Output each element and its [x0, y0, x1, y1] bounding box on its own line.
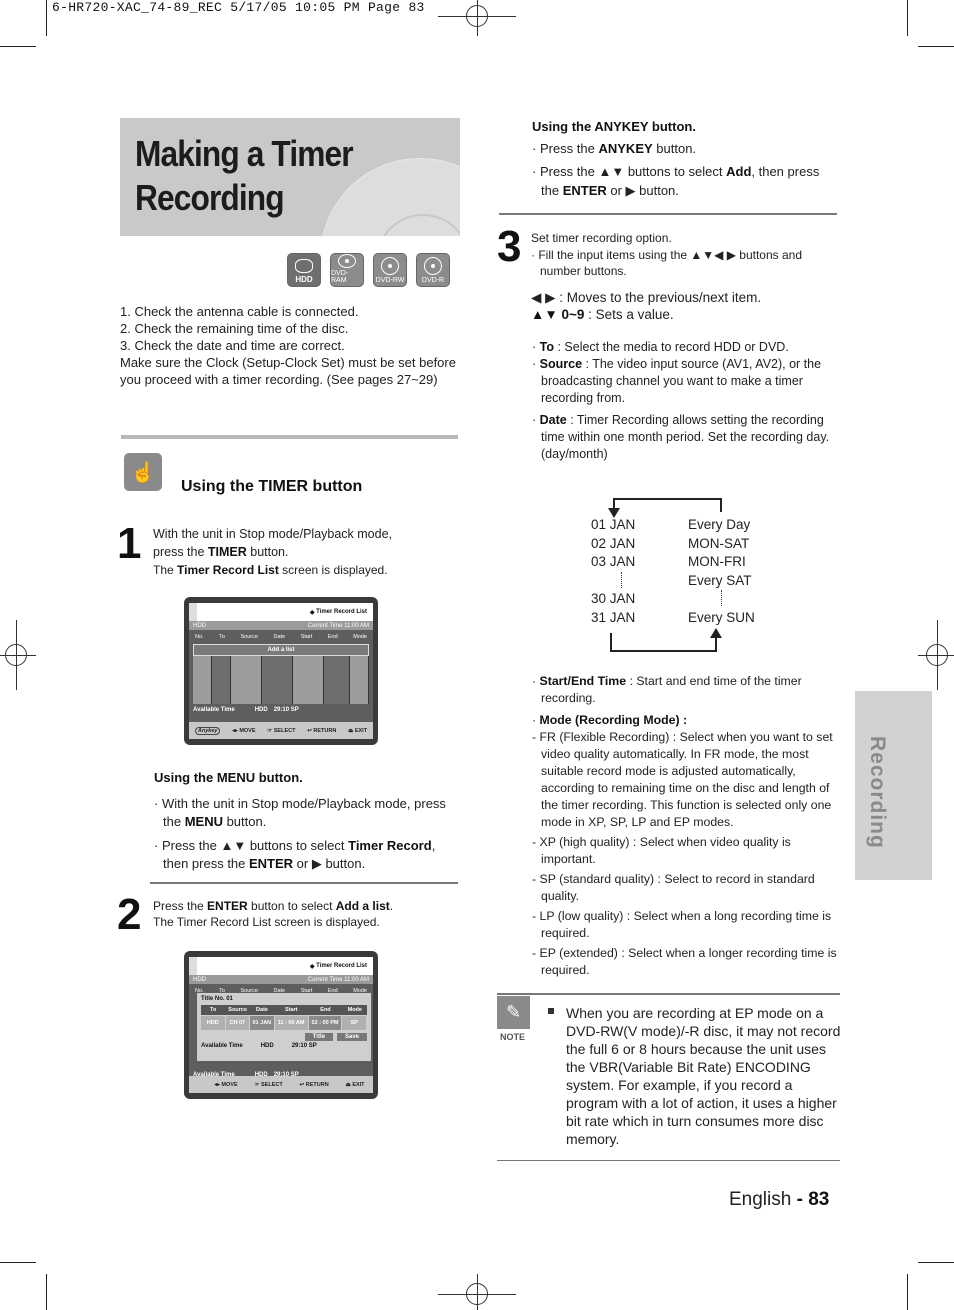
osd-header: ◆ Timer Record List — [189, 603, 373, 621]
to-field[interactable]: HDD — [201, 1016, 225, 1030]
step-number: 2 — [117, 890, 142, 939]
timer-record-list-screen: ◆ Timer Record List HDD Current Time 11:0… — [184, 597, 378, 745]
crop-mark — [46, 0, 47, 36]
title-banner: Making a Timer Recording — [120, 118, 460, 236]
step-number: 1 — [117, 519, 142, 568]
menu-method: Using the MENU button. · With the unit i… — [154, 770, 446, 871]
dvd-rw-icon: DVD-RW — [373, 253, 407, 287]
date-cycle-days: 01 JAN 02 JAN 03 JAN 30 JAN 31 JAN — [591, 517, 636, 625]
note-text: When you are recording at EP mode on a D… — [566, 1005, 841, 1147]
intro-checklist: 1. Check the antenna cable is connected.… — [120, 304, 456, 387]
step-number: 3 — [497, 222, 522, 271]
section-divider — [121, 435, 458, 439]
dvd-r-icon: DVD-R — [416, 253, 450, 287]
section-title: Using the TIMER button — [181, 478, 363, 495]
timer-record-edit-screen: ◆ Timer Record List HDD Current Time 11:0… — [184, 951, 378, 1099]
hdd-icon: HDD — [287, 253, 321, 287]
step-divider — [499, 213, 837, 215]
timer-entry-popup: Title No. 01 To Source Date Start End Mode HD… — [197, 993, 371, 1061]
print-slug: 6-HR720-XAC_74-89_REC 5/17/05 10:05 PM P… — [52, 0, 425, 15]
crop-mark — [907, 0, 908, 36]
osd-footer: Anykey ◂▸ MOVE ☞ SELECT ↩ RETURN ⏏ EXIT — [189, 722, 373, 739]
osd-available-time: Available Time HDD 29:10 SP — [193, 707, 299, 713]
crop-mark — [0, 46, 36, 47]
crop-mark — [907, 1274, 908, 1310]
note-divider-top — [497, 993, 840, 995]
note-label: NOTE — [500, 1032, 526, 1042]
osd-media: HDD — [193, 622, 206, 629]
step2-text: Press the ENTER button to select Add a l… — [153, 899, 394, 929]
crop-mark — [918, 1262, 954, 1263]
osd-current-time: Current Time 11:00 AM — [307, 622, 369, 629]
crop-mark — [46, 1274, 47, 1310]
field-descriptions-2: · Start/End Time : Start and end time of… — [532, 674, 837, 977]
save-button[interactable]: Save — [336, 1033, 367, 1041]
page-title: Making a Timer Recording — [135, 133, 354, 218]
pencil-icon: ✎ — [497, 996, 530, 1029]
step3-text: Set timer recording option. · Fill the i… — [531, 231, 803, 322]
start-field[interactable]: 11 : 00 AM — [274, 1016, 308, 1030]
step-divider — [150, 882, 458, 884]
crop-mark — [0, 1262, 36, 1263]
page-footer: English - 83 — [729, 1189, 830, 1210]
title-button[interactable]: Title — [304, 1033, 333, 1041]
chapter-tab: Recording — [855, 691, 932, 880]
dvd-ram-icon: DVD-RAM — [330, 253, 364, 287]
crop-mark — [918, 46, 954, 47]
add-a-list-item[interactable]: Add a list — [193, 644, 369, 656]
hand-press-icon: ☝ — [124, 453, 162, 491]
mode-field[interactable]: SP — [342, 1016, 366, 1030]
note-divider-bottom — [497, 1160, 840, 1161]
date-field[interactable]: 01 JAN — [250, 1016, 274, 1030]
end-field[interactable]: 02 : 00 PM — [308, 1016, 342, 1030]
osd-list-area — [193, 656, 369, 704]
source-field[interactable]: CH 07 — [225, 1016, 250, 1030]
chapter-tab-label: Recording — [866, 736, 889, 849]
anykey-method: Using the ANYKEY button. · Press the ANY… — [532, 119, 820, 198]
note-bullet — [548, 1008, 554, 1014]
osd-footer: ◂▸ MOVE ☞ SELECT ↩ RETURN ⏏ EXIT — [189, 1076, 373, 1093]
step1-text: With the unit in Stop mode/Playback mode… — [153, 527, 393, 577]
field-descriptions: · To : Select the media to record HDD or… — [532, 340, 830, 461]
date-cycle-repeats: Every Day MON-SAT MON-FRI Every SAT Ever… — [688, 517, 755, 625]
media-icons: HDD DVD-RAM DVD-RW DVD-R — [287, 253, 450, 287]
osd-columns: No. To Source Date Start End Mode — [195, 634, 367, 640]
